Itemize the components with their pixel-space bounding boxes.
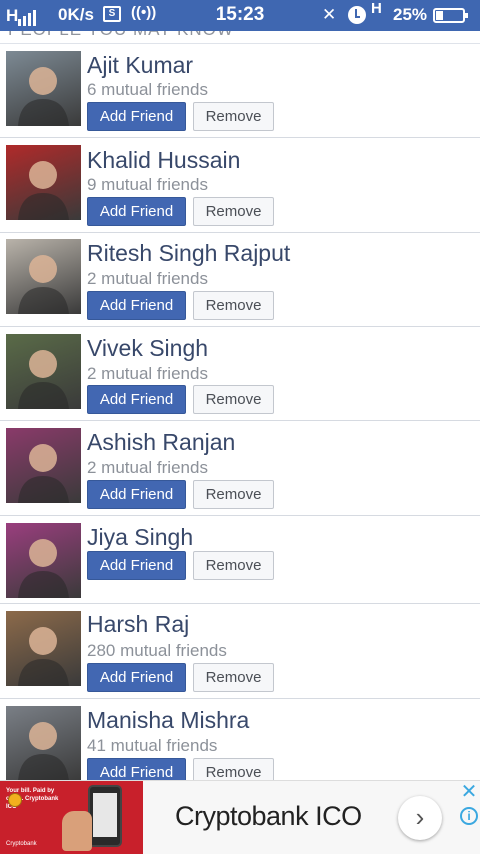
section-header: PEOPLE YOU MAY KNOW xyxy=(0,31,480,44)
coin-icon xyxy=(8,793,22,807)
network-type-indicator: H xyxy=(371,0,382,17)
avatar[interactable] xyxy=(6,428,81,503)
remove-button[interactable]: Remove xyxy=(193,663,274,692)
person-row[interactable]: Harsh Raj 280 mutual friends Add Friend Rem… xyxy=(0,605,480,699)
info-icon[interactable]: i xyxy=(460,807,478,825)
person-row[interactable]: Ashish Ranjan 2 mutual friends Add Friend R… xyxy=(0,422,480,516)
person-name[interactable]: Jiya Singh xyxy=(87,524,193,551)
person-name[interactable]: Vivek Singh xyxy=(87,335,208,362)
person-row[interactable]: Khalid Hussain 9 mutual friends Add Friend… xyxy=(0,139,480,233)
person-name[interactable]: Ajit Kumar xyxy=(87,52,193,79)
ad-image[interactable]: Your bill. Paid by coins. Cryptobank ICO… xyxy=(0,781,143,854)
person-name[interactable]: Harsh Raj xyxy=(87,611,189,638)
remove-button[interactable]: Remove xyxy=(193,480,274,509)
avatar[interactable] xyxy=(6,706,81,780)
remove-button[interactable]: Remove xyxy=(193,291,274,320)
close-icon[interactable]: ✕ xyxy=(460,782,478,802)
person-row[interactable]: Ritesh Singh Rajput 2 mutual friends Add F… xyxy=(0,234,480,327)
mutual-friends-count: 41 mutual friends xyxy=(87,736,218,755)
avatar[interactable] xyxy=(6,239,81,314)
person-name[interactable]: Ashish Ranjan xyxy=(87,429,235,456)
add-friend-button[interactable]: Add Friend xyxy=(87,197,186,226)
avatar[interactable] xyxy=(6,611,81,686)
person-row[interactable]: Manisha Mishra 41 mutual friends Add Frien… xyxy=(0,700,480,780)
remove-button[interactable]: Remove xyxy=(193,758,274,780)
app-root: H 0K/s S ((•)) 15:23 ✕ H 25% PEOPLE YOU … xyxy=(0,0,480,854)
hand-graphic xyxy=(62,811,92,851)
mute-icon: ✕ xyxy=(322,5,337,24)
person-name[interactable]: Manisha Mishra xyxy=(87,707,249,734)
mutual-friends-count: 2 mutual friends xyxy=(87,269,208,288)
battery-percent: 25% xyxy=(393,5,428,24)
mutual-friends-count: 2 mutual friends xyxy=(87,364,208,383)
add-friend-button[interactable]: Add Friend xyxy=(87,663,186,692)
phone-icon xyxy=(88,785,122,847)
ad-banner[interactable]: Your bill. Paid by coins. Cryptobank ICO… xyxy=(0,780,480,854)
remove-button[interactable]: Remove xyxy=(193,197,274,226)
add-friend-button[interactable]: Add Friend xyxy=(87,102,186,131)
remove-button[interactable]: Remove xyxy=(193,551,274,580)
avatar[interactable] xyxy=(6,523,81,598)
remove-button[interactable]: Remove xyxy=(193,385,274,414)
battery-fill xyxy=(436,11,443,20)
add-friend-button[interactable]: Add Friend xyxy=(87,480,186,509)
add-friend-button[interactable]: Add Friend xyxy=(87,551,186,580)
ad-title[interactable]: Cryptobank ICO xyxy=(175,801,362,832)
status-bar: H 0K/s S ((•)) 15:23 ✕ H 25% xyxy=(0,0,480,31)
mutual-friends-count: 9 mutual friends xyxy=(87,175,208,194)
add-friend-button[interactable]: Add Friend xyxy=(87,291,186,320)
mutual-friends-count: 6 mutual friends xyxy=(87,80,208,99)
person-row[interactable]: Ajit Kumar 6 mutual friends Add Friend Remo… xyxy=(0,44,480,138)
avatar[interactable] xyxy=(6,51,81,126)
mutual-friends-count: 2 mutual friends xyxy=(87,458,208,477)
battery-icon xyxy=(433,8,468,23)
person-row[interactable]: Vivek Singh 2 mutual friends Add Friend Rem… xyxy=(0,328,480,421)
ad-image-footer: Cryptobank xyxy=(6,841,37,847)
person-row[interactable]: Jiya Singh Add Friend Remove xyxy=(0,517,480,604)
person-name[interactable]: Khalid Hussain xyxy=(87,147,240,174)
alarm-icon xyxy=(348,6,366,24)
add-friend-button[interactable]: Add Friend xyxy=(87,385,186,414)
section-header-label: PEOPLE YOU MAY KNOW xyxy=(8,31,234,40)
add-friend-button[interactable]: Add Friend xyxy=(87,758,186,780)
person-name[interactable]: Ritesh Singh Rajput xyxy=(87,240,290,267)
remove-button[interactable]: Remove xyxy=(193,102,274,131)
avatar[interactable] xyxy=(6,334,81,409)
mutual-friends-count: 280 mutual friends xyxy=(87,641,227,660)
chevron-right-icon[interactable]: › xyxy=(398,796,442,840)
avatar[interactable] xyxy=(6,145,81,220)
